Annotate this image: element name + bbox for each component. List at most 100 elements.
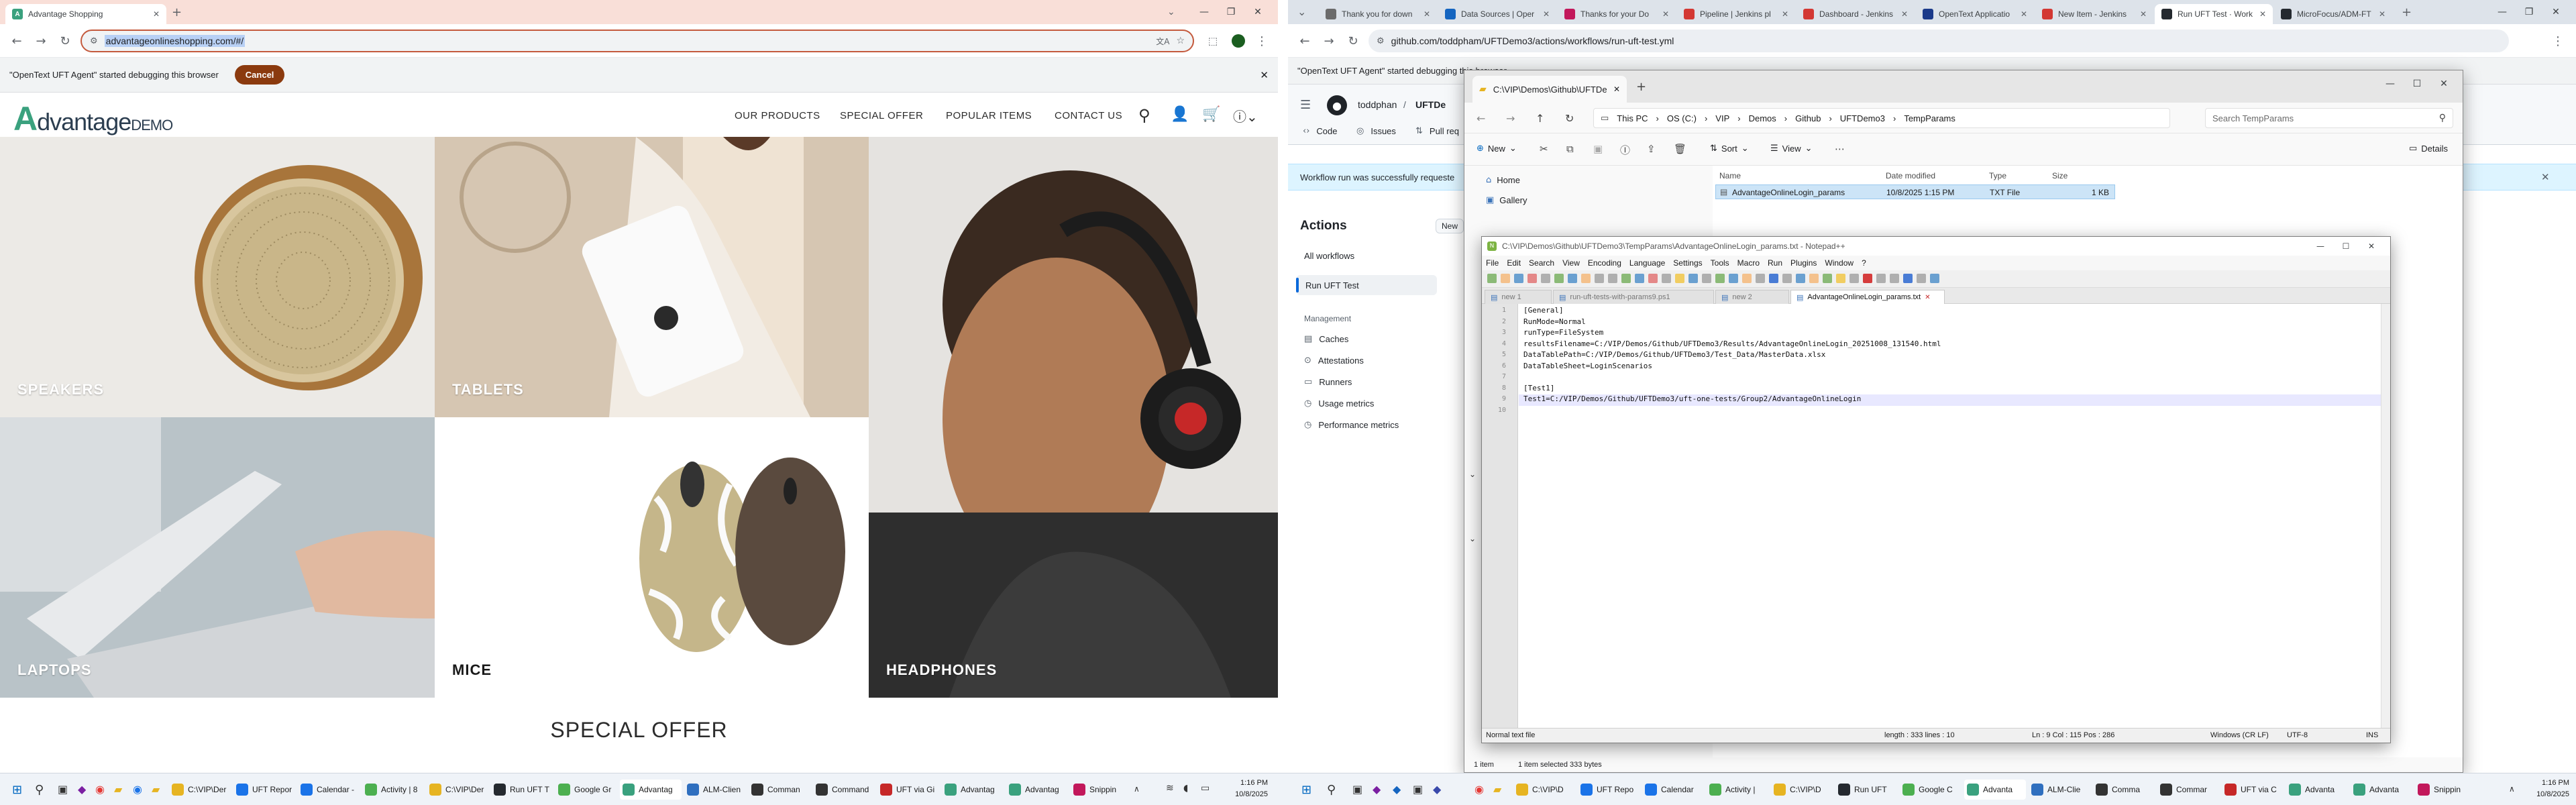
col-type[interactable]: Type: [1989, 171, 2006, 180]
close-tab-icon[interactable]: ✕: [2379, 9, 2385, 19]
toolbar-button-icon[interactable]: [1635, 274, 1644, 283]
new-tab-button[interactable]: +: [1636, 80, 1646, 94]
menu-item[interactable]: Window: [1825, 258, 1854, 268]
all-workflows-link[interactable]: All workflows: [1304, 251, 1354, 261]
breadcrumb[interactable]: ▭ This PC › OS (C:) › VIP › Demos › Github › …: [1593, 108, 2170, 128]
profile-avatar[interactable]: [1230, 32, 1247, 50]
minimize-icon[interactable]: —: [2377, 77, 2404, 91]
toolbar-button-icon[interactable]: [1541, 274, 1550, 283]
close-tab-icon[interactable]: ✕: [2259, 9, 2266, 19]
tab-search-icon[interactable]: ⌄: [1297, 5, 1306, 18]
taskbar-app-button[interactable]: Calendar: [1642, 780, 1704, 800]
new-tab-button[interactable]: +: [172, 5, 182, 19]
mgmt-usage-metrics[interactable]: ◷ Usage metrics: [1304, 398, 1374, 409]
menu-item[interactable]: Search: [1529, 258, 1554, 268]
close-window-icon[interactable]: ✕: [2358, 239, 2385, 253]
toolbar-button-icon[interactable]: [1568, 274, 1577, 283]
tab-pull-requests[interactable]: ⇅ Pull req: [1415, 126, 1459, 136]
chrome-pinned-icon[interactable]: ◉: [1474, 783, 1484, 796]
toolbar-button-icon[interactable]: [1648, 274, 1658, 283]
toolbar-button-icon[interactable]: [1782, 274, 1792, 283]
taskbar-app-button[interactable]: UFT via C: [2222, 780, 2284, 800]
doc-tab-ps1[interactable]: ▤ run-uft-tests-with-params9.ps1: [1553, 290, 1714, 304]
taskbar-app-button[interactable]: Commar: [2157, 780, 2219, 800]
tab-code[interactable]: ‹› Code: [1303, 126, 1337, 136]
toolbar-button-icon[interactable]: [1527, 274, 1537, 283]
taskbar-app-button[interactable]: Advanta: [2286, 780, 2348, 800]
close-tab-icon[interactable]: ✕: [2021, 9, 2027, 19]
reload-icon[interactable]: ↻: [56, 32, 74, 50]
toolbar-button-icon[interactable]: [1621, 274, 1631, 283]
view-button[interactable]: ☰ View ⌄: [1770, 144, 1813, 154]
close-window-icon[interactable]: ✕: [2430, 77, 2457, 91]
new-workflow-button[interactable]: New: [1436, 219, 1464, 233]
menu-item[interactable]: Macro: [1737, 258, 1760, 268]
taskbar-app-button[interactable]: UFT via Gi: [877, 780, 939, 800]
browser-tab[interactable]: Thank you for down ✕: [1319, 4, 1437, 24]
search-icon[interactable]: ⚲: [1138, 106, 1150, 125]
toolbar-button-icon[interactable]: [1876, 274, 1886, 283]
wifi-icon[interactable]: ≋: [1166, 783, 1174, 794]
crumb-vip[interactable]: VIP: [1715, 113, 1729, 123]
doc-tab-params[interactable]: ▤ AdvantageOnlineLogin_params.txt ✕: [1790, 290, 1945, 304]
crumb-demos[interactable]: Demos: [1749, 113, 1776, 123]
close-window-icon[interactable]: ✕: [1244, 5, 1271, 19]
taskbar-app-button[interactable]: Google C: [1900, 780, 1962, 800]
menu-item[interactable]: Settings: [1673, 258, 1702, 268]
browser-tab[interactable]: Dashboard - Jenkins ✕: [1796, 4, 1915, 24]
help-icon[interactable]: ⓘ⌄: [1233, 106, 1258, 125]
run-uft-test-item[interactable]: Run UFT Test: [1296, 275, 1437, 295]
toolbar-button-icon[interactable]: [1501, 274, 1510, 283]
left-clock[interactable]: 1:16 PM 10/8/2025: [1228, 777, 1268, 800]
address-bar[interactable]: ⚙ github.com/toddpham/UFTDemo3/actions/w…: [1368, 30, 2509, 52]
app-pinned-icon[interactable]: ▰: [152, 783, 160, 796]
up-icon[interactable]: ↑: [1536, 112, 1544, 125]
cart-icon[interactable]: 🛒: [1202, 106, 1220, 123]
crumb-os-c[interactable]: OS (C:): [1667, 113, 1697, 123]
tile-laptops[interactable]: LAPTOPS: [0, 417, 435, 698]
menu-item[interactable]: Encoding: [1588, 258, 1621, 268]
minimize-icon[interactable]: —: [2307, 239, 2334, 253]
chrome-pinned-icon[interactable]: ◉: [95, 783, 105, 796]
taskbar-app-button[interactable]: Run UFT T: [491, 780, 553, 800]
taskbar-app-button[interactable]: Advanta: [1964, 780, 2026, 800]
nav-our-products[interactable]: OUR PRODUCTS: [735, 110, 820, 121]
explorer-pinned-icon[interactable]: ▰: [1493, 783, 1501, 796]
address-text[interactable]: advantageonlineshopping.com/#/: [104, 35, 246, 47]
toolbar-button-icon[interactable]: [1554, 274, 1564, 283]
toolbar-button-icon[interactable]: [1849, 274, 1859, 283]
close-tab-icon[interactable]: ✕: [1662, 9, 1669, 19]
menu-item[interactable]: Tools: [1711, 258, 1729, 268]
more-options-icon[interactable]: ⋯: [1835, 143, 1845, 155]
toolbar-button-icon[interactable]: [1595, 274, 1604, 283]
col-name[interactable]: Name: [1719, 171, 1741, 180]
nav-special-offer[interactable]: SPECIAL OFFER: [840, 110, 923, 121]
taskbar-app-button[interactable]: Comman: [749, 780, 810, 800]
taskbar-app-button[interactable]: Calendar -: [298, 780, 360, 800]
close-tab-icon[interactable]: ✕: [153, 9, 160, 19]
tab-search-icon[interactable]: ⌄: [1167, 7, 1175, 17]
widgets-icon[interactable]: ◆: [1373, 783, 1381, 796]
battery-icon[interactable]: ▭: [1201, 783, 1210, 794]
paste-icon[interactable]: ▣: [1593, 143, 1603, 155]
taskbar-app-button[interactable]: C:\VIP\Der: [427, 780, 488, 800]
maximize-icon[interactable]: ☐: [2404, 77, 2430, 91]
file-row[interactable]: ▤ AdvantageOnlineLogin_params 10/8/2025 …: [1715, 184, 2115, 199]
tray-overflow-icon[interactable]: ∧: [1134, 784, 1140, 794]
advantage-logo[interactable]: AdvantageDEMO: [13, 99, 173, 138]
npp-editor[interactable]: 1 [General] 2 RunMode=Normal 3 runType=FileSy…: [1482, 304, 2390, 728]
browser-tab[interactable]: Run UFT Test · Work ✕: [2155, 4, 2273, 24]
minimize-icon[interactable]: —: [1191, 5, 1218, 19]
tile-tablets[interactable]: TABLETS: [435, 137, 869, 417]
forward-icon[interactable]: →: [32, 32, 50, 50]
maximize-icon[interactable]: ☐: [2332, 239, 2359, 253]
toolbar-button-icon[interactable]: [1890, 274, 1899, 283]
toolbar-button-icon[interactable]: [1675, 274, 1684, 283]
crumb-this-pc[interactable]: This PC: [1617, 113, 1648, 123]
taskbar-app-button[interactable]: Comma: [2093, 780, 2155, 800]
delete-icon[interactable]: 🗑: [1674, 143, 1686, 155]
toolbar-button-icon[interactable]: [1688, 274, 1698, 283]
search-icon[interactable]: ⚲: [1327, 783, 1336, 797]
tray-overflow-icon[interactable]: ∧: [2509, 784, 2515, 794]
toolbar-button-icon[interactable]: [1809, 274, 1819, 283]
